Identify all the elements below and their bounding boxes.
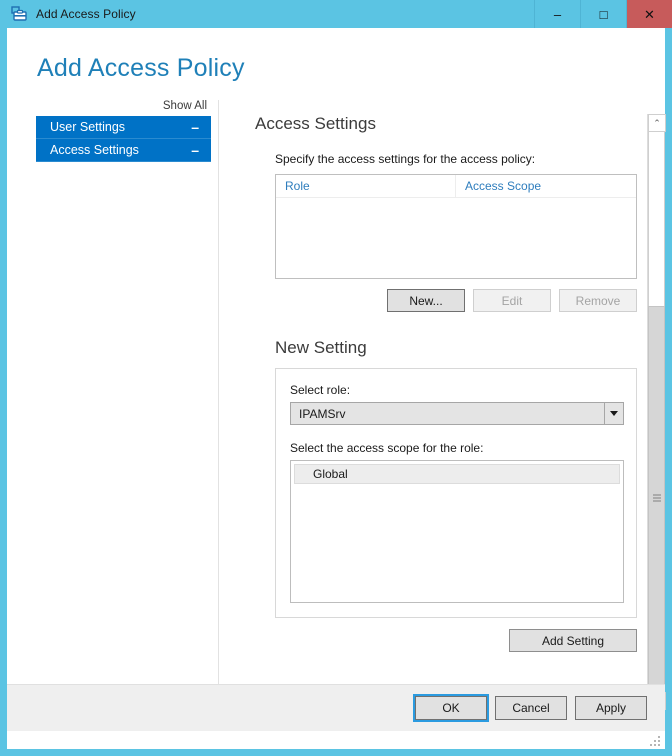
edit-button-label: Edit bbox=[501, 293, 523, 308]
sidebar-item-user-settings[interactable]: User Settings – bbox=[36, 116, 211, 139]
edit-button[interactable]: Edit bbox=[473, 289, 551, 312]
minimize-icon: – bbox=[553, 6, 562, 22]
panel-divider bbox=[218, 100, 219, 705]
ok-button-label: OK bbox=[442, 701, 460, 715]
show-all-link[interactable]: Show All bbox=[36, 100, 211, 116]
add-setting-button[interactable]: Add Setting bbox=[509, 629, 637, 652]
main-content: Access Settings Specify the access setti… bbox=[247, 114, 639, 652]
apply-button[interactable]: Apply bbox=[575, 696, 647, 720]
maximize-button[interactable]: □ bbox=[580, 0, 626, 28]
section-hint: Specify the access settings for the acce… bbox=[275, 152, 536, 166]
scrollbar-thumb[interactable] bbox=[648, 306, 665, 692]
navigation-panel: Show All User Settings – Access Settings… bbox=[36, 100, 211, 162]
close-button[interactable]: ✕ bbox=[626, 0, 672, 28]
collapse-minus-icon[interactable]: – bbox=[191, 143, 201, 157]
add-setting-row: Add Setting bbox=[275, 629, 637, 652]
cancel-button[interactable]: Cancel bbox=[495, 696, 567, 720]
sidebar-item-label: Access Settings bbox=[50, 143, 139, 157]
access-settings-listview[interactable]: Role Access Scope bbox=[275, 174, 637, 279]
listview-button-row: New... Edit Remove bbox=[275, 289, 637, 312]
dialog-window: Add Access Policy – □ ✕ Add Access Polic… bbox=[0, 0, 672, 756]
chevron-down-icon[interactable] bbox=[604, 403, 623, 424]
column-header-role[interactable]: Role bbox=[276, 175, 456, 197]
chevron-up-icon: ⌃ bbox=[653, 117, 661, 128]
window-controls: – □ ✕ bbox=[534, 0, 672, 28]
page-title: Add Access Policy bbox=[37, 54, 245, 82]
ok-button[interactable]: OK bbox=[413, 694, 489, 722]
listview-header: Role Access Scope bbox=[276, 175, 636, 198]
sidebar-item-label: User Settings bbox=[50, 120, 126, 134]
tree-item-global[interactable]: Global bbox=[294, 464, 620, 484]
tree-item-label: Global bbox=[313, 467, 348, 481]
select-scope-label: Select the access scope for the role: bbox=[290, 441, 484, 455]
remove-button[interactable]: Remove bbox=[559, 289, 637, 312]
column-header-access-scope[interactable]: Access Scope bbox=[456, 175, 636, 197]
access-scope-tree[interactable]: Global bbox=[290, 460, 624, 603]
new-button-label: New... bbox=[409, 293, 443, 308]
listview-body[interactable] bbox=[276, 198, 636, 278]
sidebar-item-access-settings[interactable]: Access Settings – bbox=[36, 139, 211, 162]
collapse-minus-icon[interactable]: – bbox=[191, 120, 201, 134]
scrollbar-track-upper[interactable] bbox=[648, 132, 665, 306]
cancel-button-label: Cancel bbox=[512, 701, 550, 715]
role-select-value: IPAMSrv bbox=[299, 406, 346, 421]
new-button[interactable]: New... bbox=[387, 289, 465, 312]
apply-button-label: Apply bbox=[595, 701, 627, 715]
close-icon: ✕ bbox=[644, 6, 655, 22]
dialog-client-area: Add Access Policy Show All User Settings… bbox=[7, 28, 666, 749]
minimize-button[interactable]: – bbox=[534, 0, 580, 28]
vertical-scrollbar[interactable]: ⌃ ⌄ bbox=[647, 114, 666, 710]
title-bar: Add Access Policy – □ ✕ bbox=[0, 0, 672, 28]
scrollbar-grip-icon bbox=[652, 494, 661, 504]
select-role-label: Select role: bbox=[290, 383, 351, 397]
new-setting-group: Select role: IPAMSrv Select the access s… bbox=[275, 368, 637, 618]
remove-button-label: Remove bbox=[575, 293, 621, 308]
scroll-up-button[interactable]: ⌃ bbox=[648, 114, 666, 132]
new-setting-title: New Setting bbox=[275, 338, 367, 357]
dialog-footer: OK Cancel Apply bbox=[7, 684, 665, 731]
add-setting-label: Add Setting bbox=[541, 633, 605, 648]
section-title: Access Settings bbox=[255, 114, 376, 133]
role-select[interactable]: IPAMSrv bbox=[290, 402, 624, 425]
resize-grip[interactable] bbox=[650, 736, 662, 748]
maximize-icon: □ bbox=[599, 6, 608, 22]
window-title: Add Access Policy bbox=[36, 7, 136, 21]
policy-toolbox-icon bbox=[10, 5, 28, 23]
